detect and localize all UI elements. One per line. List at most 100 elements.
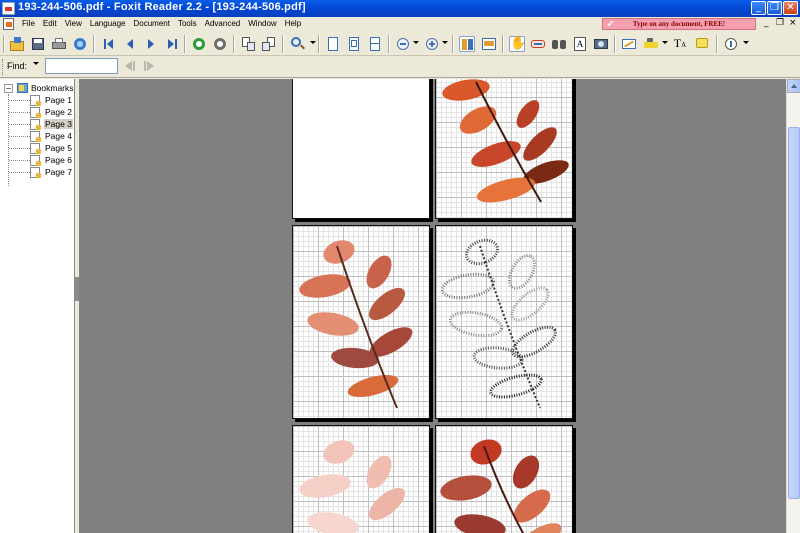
continuous-icon[interactable] — [481, 36, 497, 52]
close-button[interactable]: ✕ — [783, 1, 798, 15]
open-icon[interactable] — [9, 36, 25, 52]
find-label: Find: — [7, 61, 28, 71]
bookmark-page-icon — [30, 154, 41, 166]
bookmark-page-icon — [30, 166, 41, 178]
menu-edit[interactable]: Edit — [39, 18, 61, 29]
toolbar-separator — [93, 35, 95, 53]
zoom-out-dropdown-arrow[interactable] — [413, 41, 419, 44]
actual-size-icon[interactable] — [325, 36, 341, 52]
bookmarks-root[interactable]: − Bookmarks — [4, 82, 74, 94]
doc-restore-button[interactable]: ❐ — [776, 18, 784, 28]
find-options-dropdown[interactable] — [33, 62, 39, 65]
text-select-icon[interactable] — [530, 36, 546, 52]
typewriter-icon[interactable]: A — [572, 36, 588, 52]
fit-page-icon[interactable] — [346, 36, 362, 52]
note-icon[interactable] — [694, 36, 710, 52]
menu-document[interactable]: Document — [129, 18, 173, 29]
bookmark-page-5[interactable]: Page 5 — [9, 142, 73, 154]
collapse-toggle[interactable]: − — [4, 83, 13, 93]
menu-advanced[interactable]: Advanced — [201, 18, 245, 29]
pink-leaf-pattern — [299, 240, 413, 409]
print-icon[interactable] — [51, 36, 67, 52]
red-leaf-pattern — [440, 439, 562, 533]
bookmark-page-1[interactable]: Page 1 — [9, 94, 73, 106]
bookmark-label: Page 1 — [45, 95, 72, 105]
save-icon[interactable] — [30, 36, 46, 52]
info-dropdown-arrow[interactable] — [743, 41, 749, 44]
symbol-leaf-pattern — [440, 238, 557, 409]
first-page-icon[interactable] — [101, 36, 117, 52]
single-page-icon[interactable] — [459, 36, 475, 52]
info-icon[interactable] — [723, 36, 739, 52]
bookmark-label: Page 5 — [45, 143, 72, 153]
zoom-out-icon[interactable] — [395, 36, 411, 52]
menu-tools[interactable]: Tools — [174, 18, 201, 29]
bookmark-page-2[interactable]: Page 2 — [9, 106, 73, 118]
page-orange-leaf[interactable] — [435, 79, 573, 219]
snapshot-icon[interactable] — [593, 36, 609, 52]
menu-language[interactable]: Language — [86, 18, 130, 29]
ad-banner[interactable]: ➶ Type on any document, FREE! — [602, 18, 756, 30]
next-page-icon[interactable] — [143, 36, 159, 52]
minimize-button[interactable]: _ — [751, 1, 766, 15]
previous-page-icon[interactable] — [122, 36, 138, 52]
rotate-right-icon[interactable] — [261, 36, 277, 52]
find-next-icon[interactable] — [141, 59, 157, 74]
zoom-in-icon[interactable] — [424, 36, 440, 52]
bookmark-page-icon — [30, 130, 41, 142]
bookmark-label: Page 7 — [45, 167, 72, 177]
vertical-scrollbar[interactable] — [786, 79, 800, 533]
highlight-dropdown-arrow[interactable] — [662, 41, 668, 44]
doc-close-button[interactable]: × — [789, 18, 797, 28]
email-icon[interactable] — [72, 36, 88, 52]
toolbar-separator — [184, 35, 186, 53]
highlight-icon[interactable] — [643, 36, 659, 52]
last-page-icon[interactable] — [164, 36, 180, 52]
page-red-leaf[interactable] — [435, 425, 573, 533]
toolbar-separator — [716, 35, 718, 53]
text-tool-icon[interactable]: TA — [672, 36, 688, 52]
page-faded-leaf[interactable] — [292, 425, 430, 533]
hand-tool-icon[interactable]: ✋ — [509, 36, 526, 52]
rotate-left-icon[interactable] — [240, 36, 256, 52]
bookmark-label: Page 2 — [45, 107, 72, 117]
doc-minimize-button[interactable]: _ — [764, 18, 769, 28]
menu-view[interactable]: View — [61, 18, 86, 29]
scroll-thumb[interactable] — [788, 127, 800, 499]
bookmark-page-7[interactable]: Page 7 — [9, 166, 73, 178]
scroll-up-button[interactable] — [787, 79, 800, 93]
bookmark-page-6[interactable]: Page 6 — [9, 154, 73, 166]
zoom-in-dropdown-arrow[interactable] — [442, 41, 448, 44]
page-blank[interactable] — [292, 79, 430, 219]
foxit-reader-window: 193-244-506.pdf - Foxit Reader 2.2 - [19… — [0, 0, 800, 533]
menu-help[interactable]: Help — [281, 18, 305, 29]
maximize-button[interactable]: ❐ — [767, 1, 782, 15]
find-toolbar-grip — [2, 59, 4, 75]
page-symbol-leaf[interactable] — [435, 225, 573, 419]
bookmark-page-icon — [30, 142, 41, 154]
find-previous-icon[interactable] — [122, 59, 138, 74]
find-input[interactable] — [45, 58, 118, 74]
menu-file[interactable]: File — [18, 18, 39, 29]
toolbar-separator — [388, 35, 390, 53]
bookmark-page-3[interactable]: Page 3 — [9, 118, 73, 130]
app-icon[interactable] — [2, 2, 15, 15]
bookmark-page-4[interactable]: Page 4 — [9, 130, 73, 142]
toolbar-separator — [233, 35, 235, 53]
bookmarks-root-label: Bookmarks — [31, 83, 74, 93]
toolbar-separator — [614, 35, 616, 53]
fit-width-icon[interactable] — [367, 36, 383, 52]
document-menu-icon[interactable] — [3, 18, 14, 30]
menu-window[interactable]: Window — [244, 18, 280, 29]
toolbar-grip — [3, 35, 5, 53]
find-icon[interactable] — [551, 36, 567, 52]
ad-text: Type on any document, FREE! — [632, 20, 726, 28]
zoom-dropdown-arrow[interactable] — [310, 41, 316, 44]
zoom-tool-icon[interactable] — [290, 36, 306, 52]
go-forward-icon[interactable] — [212, 36, 228, 52]
pencil-icon[interactable] — [621, 36, 637, 52]
go-back-icon[interactable] — [191, 36, 207, 52]
main-toolbar: ✋ A TA — [0, 32, 800, 56]
document-view[interactable] — [79, 79, 786, 533]
page-pink-leaf[interactable] — [292, 225, 430, 419]
